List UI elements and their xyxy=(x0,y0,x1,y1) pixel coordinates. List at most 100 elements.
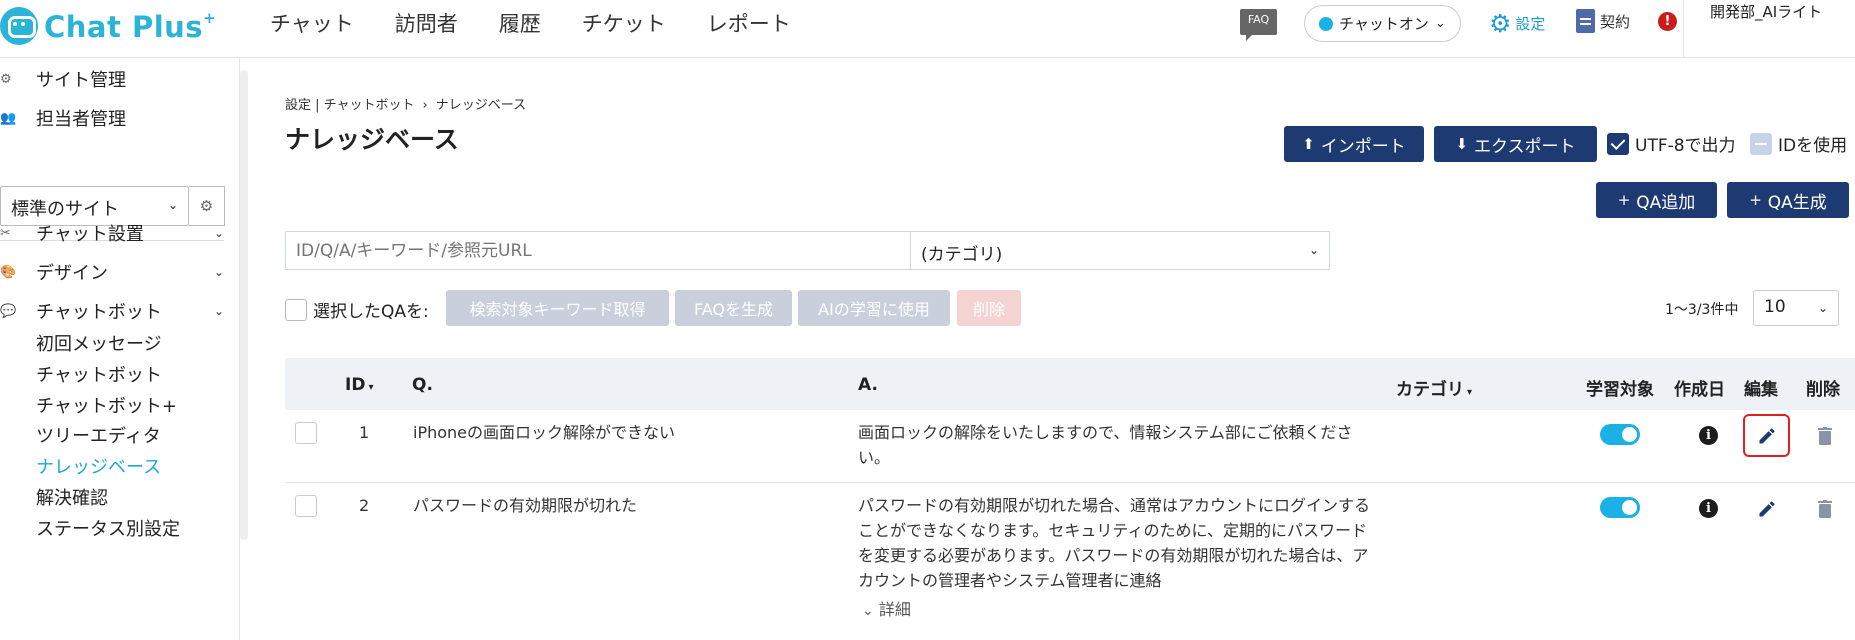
sidebar-item-label: サイト管理 xyxy=(36,70,126,91)
sidebar-sub-knowledge-base[interactable]: ナレッジベース xyxy=(36,453,161,479)
chat-icon: 💬 xyxy=(0,303,17,319)
palette-icon: 🎨 xyxy=(0,264,17,280)
detail-link[interactable]: ⌄ 詳細 xyxy=(862,596,911,620)
nav-history[interactable]: 履歴 xyxy=(499,8,541,38)
col-category-label: カテゴリ xyxy=(1396,380,1464,400)
trash-icon[interactable] xyxy=(1818,500,1832,518)
row-answer: 画面ロックの解除をいたしますので、情報システム部にご依頼ください。 xyxy=(858,423,1353,467)
qa-generate-button[interactable]: + QA生成 xyxy=(1727,182,1849,218)
ai-learning-button[interactable]: AIの学習に使用 xyxy=(798,290,950,326)
gear-icon: ⚙ xyxy=(0,71,12,87)
chat-status-label: チャットオン xyxy=(1339,15,1429,33)
per-page-select[interactable]: 10 ⌄ xyxy=(1753,290,1839,326)
utf8-checkbox[interactable]: UTF-8で出力 xyxy=(1607,131,1736,156)
learning-toggle[interactable] xyxy=(1600,497,1640,518)
sidebar-item-chat-setup[interactable]: ✂ チャット設置 ⌄ xyxy=(0,220,232,246)
category-select-value: (カテゴリ) xyxy=(921,245,1003,265)
info-icon[interactable]: i xyxy=(1699,499,1718,518)
sidebar-item-chatbot[interactable]: 💬 チャットボット ⌄ xyxy=(0,298,232,324)
plus-icon: + xyxy=(1749,191,1762,209)
pencil-icon[interactable] xyxy=(1757,426,1777,446)
chevron-down-icon: ⌄ xyxy=(213,304,224,318)
document-icon xyxy=(1576,9,1595,33)
chevron-down-icon: ⌄ xyxy=(1434,16,1446,31)
gear-icon: ⚙ xyxy=(199,197,214,215)
col-category-header[interactable]: カテゴリ ▾ xyxy=(1396,375,1472,400)
row-answer: パスワードの有効期限が切れた場合、通常はアカウントにログインすることができなくな… xyxy=(858,496,1371,590)
checkbox-empty-icon xyxy=(285,298,307,321)
sidebar-item-site-admin[interactable]: ⚙ サイト管理 xyxy=(0,66,232,92)
breadcrumb-parent[interactable]: 設定 | チャットボット xyxy=(285,98,415,113)
search-input[interactable] xyxy=(285,231,910,270)
import-label: インポート xyxy=(1320,136,1406,157)
bulk-delete-button[interactable]: 削除 xyxy=(957,290,1021,326)
users-icon: 👥 xyxy=(0,110,17,126)
row-checkbox[interactable] xyxy=(295,495,317,517)
brand-name: Chat Plus xyxy=(44,9,204,44)
sidebar-sub-chatbot[interactable]: チャットボット xyxy=(36,361,162,387)
learning-toggle[interactable] xyxy=(1600,424,1640,445)
nav-visitors[interactable]: 訪問者 xyxy=(395,8,458,38)
export-button[interactable]: ⬇ エクスポート xyxy=(1434,126,1597,162)
sidebar-sub-chatbot-plus[interactable]: チャットボット+ xyxy=(36,392,177,418)
trash-icon[interactable] xyxy=(1818,427,1832,445)
col-edit-header: 編集 xyxy=(1744,380,1778,400)
col-learn-header: 学習対象 xyxy=(1586,380,1654,400)
chevron-down-icon: ⌄ xyxy=(213,265,224,279)
col-a-header: A. xyxy=(858,375,878,395)
info-icon[interactable]: i xyxy=(1699,426,1718,445)
sidebar-item-label: チャットボット xyxy=(36,302,162,323)
nav-tickets[interactable]: チケット xyxy=(582,8,666,38)
checkbox-checked-icon xyxy=(1607,132,1629,155)
user-menu[interactable]: 開発部_AIライト xyxy=(1683,0,1855,58)
tools-icon: ✂ xyxy=(0,225,11,241)
qa-add-button[interactable]: + QA追加 xyxy=(1596,182,1717,218)
table-row: 1 iPhoneの画面ロック解除ができない 画面ロックの解除をいたしますので、情… xyxy=(285,410,1855,483)
top-bar: Chat Plus+ チャット 訪問者 履歴 チケット レポート FAQ チャッ… xyxy=(0,0,1855,58)
sidebar-item-design[interactable]: 🎨 デザイン ⌄ xyxy=(0,259,232,285)
sidebar: ⚙ サイト管理 👥 担当者管理 標準のサイト ⌄ ⚙ ✂ チャット設置 ⌄ 🎨 … xyxy=(0,58,240,640)
faq-icon[interactable]: FAQ xyxy=(1240,9,1277,41)
sidebar-sub-status-settings[interactable]: ステータス別設定 xyxy=(36,515,180,541)
faq-generate-button[interactable]: FAQを生成 xyxy=(675,290,792,326)
chevron-down-icon: ⌄ xyxy=(167,198,178,212)
table-row: 2 パスワードの有効期限が切れた パスワードの有効期限が切れた場合、通常はアカウ… xyxy=(285,483,1855,640)
row-question: iPhoneの画面ロック解除ができない xyxy=(413,423,676,442)
settings-link[interactable]: ⚙ 設定 xyxy=(1489,9,1545,38)
gear-icon: ⚙ xyxy=(1489,9,1512,38)
qa-generate-label: QA生成 xyxy=(1767,192,1827,213)
import-button[interactable]: ⬆ インポート xyxy=(1284,126,1424,162)
sidebar-scrollbar[interactable] xyxy=(240,70,248,540)
keyword-fetch-button[interactable]: 検索対象キーワード取得 xyxy=(446,290,669,326)
pencil-icon[interactable] xyxy=(1757,499,1777,519)
chat-status-dropdown[interactable]: チャットオン ⌄ xyxy=(1304,5,1461,42)
use-id-checkbox[interactable]: IDを使用 xyxy=(1750,131,1847,156)
page-title: ナレッジベース xyxy=(285,125,459,154)
row-id: 1 xyxy=(359,423,370,442)
download-icon: ⬇ xyxy=(1455,135,1469,153)
chevron-double-down-icon: ⌄ xyxy=(862,603,874,619)
breadcrumb-sep: › xyxy=(422,98,428,113)
table-header: ID ▾ Q. A. カテゴリ ▾ 学習対象 作成日 編集 削除 xyxy=(285,358,1855,410)
sidebar-sub-tree-editor[interactable]: ツリーエディタ xyxy=(36,422,161,448)
sidebar-item-staff-admin[interactable]: 👥 担当者管理 xyxy=(0,105,232,131)
col-id-header[interactable]: ID ▾ xyxy=(345,375,373,395)
alert-icon[interactable]: ! xyxy=(1658,12,1677,31)
sidebar-sub-resolution-check[interactable]: 解決確認 xyxy=(36,484,108,510)
col-q-header: Q. xyxy=(412,375,433,395)
qa-add-label: QA追加 xyxy=(1636,192,1696,213)
brand-logo[interactable]: Chat Plus+ xyxy=(0,6,216,46)
chevron-down-icon: ⌄ xyxy=(1308,243,1319,257)
contract-link[interactable]: 契約 xyxy=(1576,9,1630,33)
nav-chat[interactable]: チャット xyxy=(270,8,354,38)
chat-bubble-icon xyxy=(0,7,38,45)
row-checkbox[interactable] xyxy=(295,422,317,444)
bulk-select-checkbox[interactable]: 選択したQAを: xyxy=(285,297,429,322)
chevron-down-icon: ⌄ xyxy=(213,226,224,240)
site-select-value: 標準のサイト xyxy=(11,199,119,220)
sidebar-sub-first-message[interactable]: 初回メッセージ xyxy=(36,330,162,356)
chevron-down-icon: ⌄ xyxy=(1817,301,1828,315)
detail-label: 詳細 xyxy=(878,600,911,619)
nav-reports[interactable]: レポート xyxy=(707,8,791,38)
category-select[interactable]: (カテゴリ) ⌄ xyxy=(910,231,1330,270)
